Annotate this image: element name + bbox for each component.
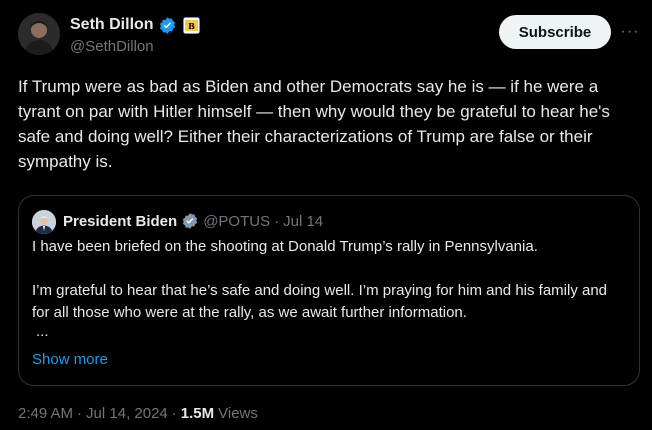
quoted-tweet-text: I have been briefed on the shooting at D… [32,236,627,340]
author-display-name[interactable]: Seth Dillon [70,16,154,34]
quoted-handle[interactable]: @POTUS [203,213,270,230]
tweet-date[interactable]: Jul 14, 2024 [86,405,168,422]
quoted-author-avatar[interactable] [32,210,56,234]
show-more-link[interactable]: Show more [32,351,108,368]
quoted-date[interactable]: Jul 14 [283,213,323,230]
tweet-metadata: 2:49 AM · Jul 14, 2024 · 1.5M Views [18,405,258,422]
quoted-text-paragraph-2: I’m grateful to hear that he’s safe and … [32,282,608,321]
quoted-text-spacer [32,258,627,280]
author-avatar[interactable] [18,13,60,55]
tweet: Seth Dillon B @SethDillon Subscribe ··· … [0,0,652,430]
subscribe-button[interactable]: Subscribe [499,15,611,49]
affiliation-badge-icon[interactable]: B [182,16,200,34]
separator-dot: · [77,405,83,422]
government-verified-badge-icon[interactable] [181,212,199,230]
author-avatar-image [18,13,60,55]
quoted-tweet-card[interactable]: President Biden @POTUS · Jul 14 I have b… [18,195,640,386]
quoted-text-paragraph-1: I have been briefed on the shooting at D… [32,238,538,255]
quoted-author-avatar-image [32,210,56,234]
more-options-icon[interactable]: ··· [618,20,642,44]
views-count[interactable]: 1.5M [181,405,214,422]
quoted-tweet-header: President Biden @POTUS · Jul 14 [63,210,323,232]
separator-dot: · [274,212,280,230]
views-label: Views [218,405,258,422]
separator-dot: · [171,405,177,422]
author-name-row: Seth Dillon B [70,14,200,36]
tweet-time[interactable]: 2:49 AM [18,405,73,422]
author-handle[interactable]: @SethDillon [70,38,154,55]
quoted-text-ellipsis: ... [36,323,49,340]
verified-badge-icon[interactable] [158,16,177,35]
quoted-display-name[interactable]: President Biden [63,213,177,230]
svg-text:B: B [188,21,195,31]
tweet-text: If Trump were as bad as Biden and other … [18,77,610,171]
